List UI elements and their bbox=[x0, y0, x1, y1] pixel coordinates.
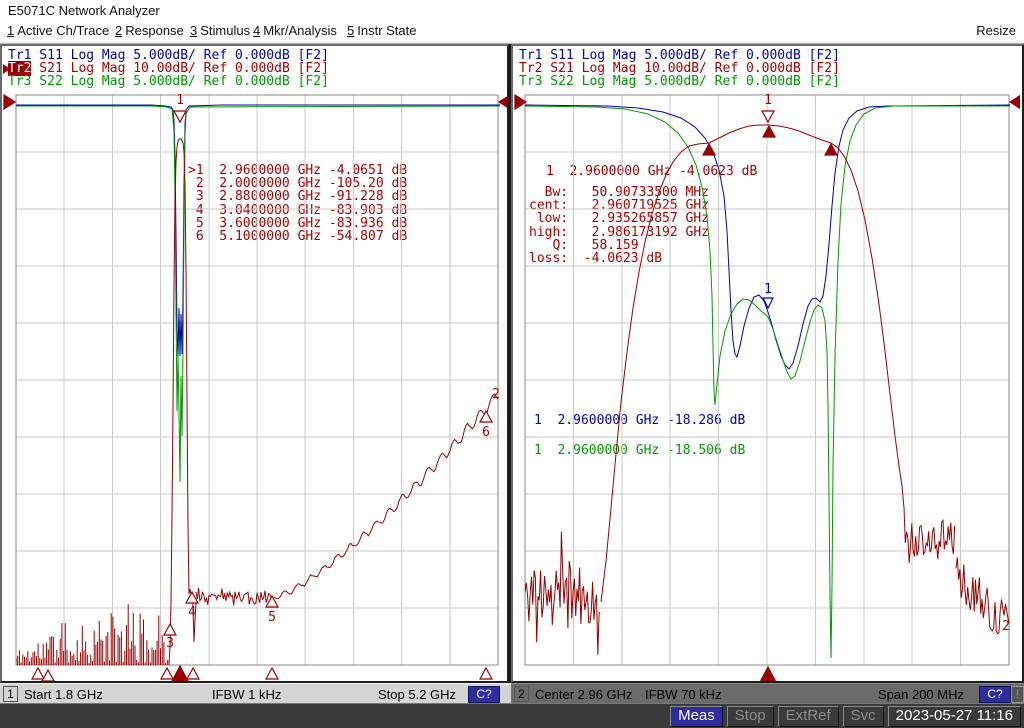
grid-lines bbox=[16, 95, 498, 665]
channel-1-number: 1 bbox=[3, 686, 18, 702]
marker-triangle[interactable] bbox=[266, 668, 278, 679]
system-status-bar: Meas Stop ExtRef Svc 2023-05-27 11:16 bbox=[0, 703, 1024, 728]
marker-label: 2 bbox=[492, 387, 500, 402]
marker-triangle[interactable] bbox=[480, 411, 492, 422]
channel-1-status-bar: 1 Start 1.8 GHz IFBW 1 kHz Stop 5.2 GHz … bbox=[0, 683, 511, 704]
correction-badge: C? bbox=[468, 686, 500, 703]
marker-triangle[interactable] bbox=[499, 95, 507, 109]
marker-triangle[interactable] bbox=[174, 111, 186, 122]
marker-label: 2 bbox=[1002, 619, 1010, 634]
menu-mkr-analysis[interactable]: 4Mkr/Analysis bbox=[253, 23, 337, 38]
trace-header-tr3[interactable]: Tr3 S22 Log Mag 5.000dB/ Ref 0.000dB [F2… bbox=[8, 75, 329, 88]
marker-label: 6 bbox=[482, 425, 490, 440]
marker-triangle[interactable] bbox=[762, 111, 774, 122]
channel-area: Tr1 S11 Log Mag 5.000dB/ Ref 0.000dB [F2… bbox=[0, 44, 1024, 683]
trace-s22 bbox=[16, 106, 500, 482]
trace-s11 bbox=[16, 105, 500, 358]
svc-indicator: Svc bbox=[843, 706, 884, 727]
marker-triangle[interactable] bbox=[164, 624, 176, 635]
channel-2-plot[interactable]: 1 1 2 bbox=[513, 46, 1020, 681]
channel-2-status-bar: 2 Center 2.96 GHz IFBW 70 kHz Span 200 M… bbox=[511, 683, 1024, 704]
datetime-display: 2023-05-27 11:16 bbox=[888, 706, 1021, 727]
app-title: E5071C Network Analyzer bbox=[8, 3, 160, 18]
menu-accel: 5 bbox=[347, 23, 354, 38]
marker-triangle[interactable] bbox=[763, 126, 775, 137]
menu-accel: 3 bbox=[190, 23, 197, 38]
marker-label: 3 bbox=[166, 636, 174, 651]
marker-label: 5 bbox=[268, 610, 276, 625]
marker-label: 1 bbox=[764, 282, 772, 297]
trace-header-tr3[interactable]: Tr3 S22 Log Mag 5.000dB/ Ref 0.000dB [F2… bbox=[519, 75, 840, 88]
marker-triangle[interactable] bbox=[161, 668, 173, 679]
channel-2-content: Tr1 S11 Log Mag 5.000dB/ Ref 0.000dB [F2… bbox=[513, 46, 1022, 681]
marker-triangle[interactable] bbox=[171, 666, 189, 681]
marker-triangle[interactable] bbox=[515, 95, 526, 109]
marker-triangle[interactable] bbox=[187, 668, 199, 679]
marker-triangle[interactable] bbox=[4, 95, 15, 109]
correction-badge: C? bbox=[979, 686, 1011, 703]
channel-2-window[interactable]: Tr1 S11 Log Mag 5.000dB/ Ref 0.000dB [F2… bbox=[511, 44, 1024, 683]
start-frequency: Start 1.8 GHz bbox=[24, 687, 103, 702]
marker-label: 4 bbox=[188, 605, 196, 620]
center-frequency: Center 2.96 GHz bbox=[535, 687, 633, 702]
stop-indicator: Stop bbox=[727, 706, 774, 727]
channel-2-number: 2 bbox=[514, 686, 529, 702]
menu-accel: 4 bbox=[253, 23, 260, 38]
menu-accel: 1 bbox=[7, 23, 14, 38]
menu-active-ch-trace[interactable]: 1Active Ch/Trace bbox=[7, 23, 109, 38]
meas-indicator: Meas bbox=[670, 706, 723, 727]
marker-label: 1 bbox=[764, 93, 772, 108]
channel-1-plot[interactable]: 1 3 4 5 6 2 bbox=[2, 46, 507, 681]
menu-response[interactable]: 2Response bbox=[115, 23, 184, 38]
ifbw-value: IFBW 1 kHz bbox=[212, 687, 281, 702]
channel-1-window[interactable]: Tr1 S11 Log Mag 5.000dB/ Ref 0.000dB [F2… bbox=[0, 44, 509, 683]
grid-lines bbox=[525, 95, 1009, 665]
marker-label: 1 bbox=[176, 93, 184, 108]
menu-stimulus[interactable]: 3Stimulus bbox=[190, 23, 250, 38]
title-bar: E5071C Network Analyzer bbox=[0, 0, 1024, 20]
stop-frequency: Stop 5.2 GHz bbox=[378, 687, 456, 702]
menu-instr-state[interactable]: 5Instr State bbox=[347, 23, 416, 38]
menu-accel: 2 bbox=[115, 23, 122, 38]
extref-indicator: ExtRef bbox=[778, 706, 839, 727]
marker-triangle[interactable] bbox=[480, 668, 492, 679]
menu-resize[interactable]: Resize bbox=[976, 23, 1016, 38]
warning-indicator: ! bbox=[1011, 686, 1024, 703]
menu-bar: 1Active Ch/Trace 2Response 3Stimulus 4Mk… bbox=[0, 20, 1024, 42]
marker-triangle[interactable] bbox=[42, 670, 54, 681]
marker-triangle[interactable] bbox=[1010, 95, 1020, 109]
marker-triangle[interactable] bbox=[703, 144, 715, 155]
span-value: Span 200 MHz bbox=[878, 687, 964, 702]
marker-triangle[interactable] bbox=[759, 667, 777, 681]
ifbw-value: IFBW 70 kHz bbox=[645, 687, 722, 702]
marker-triangle[interactable] bbox=[32, 668, 44, 679]
channel-1-content: Tr1 S11 Log Mag 5.000dB/ Ref 0.000dB [F2… bbox=[2, 46, 507, 681]
